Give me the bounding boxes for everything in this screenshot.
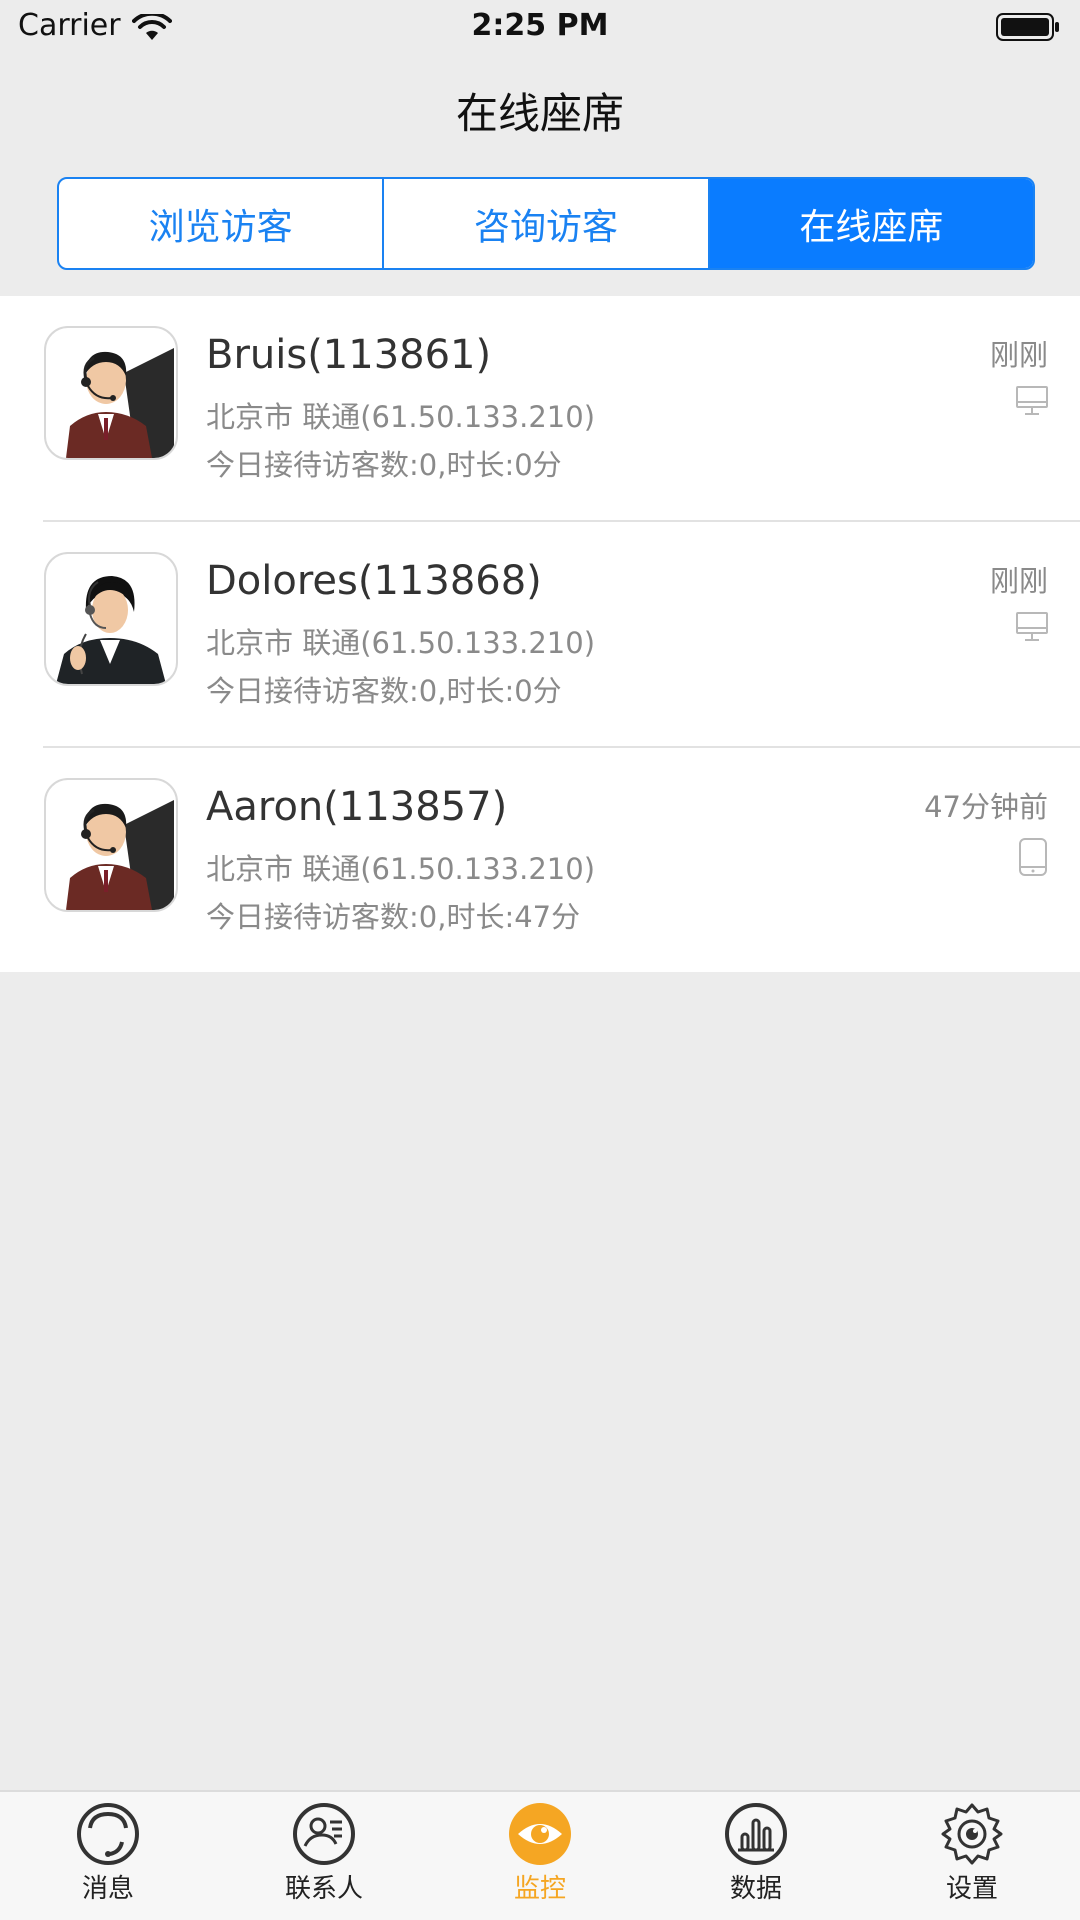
eye-icon — [509, 1803, 571, 1865]
avatar — [44, 552, 178, 686]
agent-list: Bruis(113861) 北京市 联通(61.50.133.210) 今日接待… — [0, 296, 1080, 972]
tab-messages[interactable]: 消息 — [38, 1802, 178, 1918]
male-agent-avatar — [66, 348, 174, 458]
status-time: 2:25 PM — [471, 8, 609, 43]
last-active-time: 47分钟前 — [924, 790, 1048, 824]
list-item[interactable]: Aaron(113857) 北京市 联通(61.50.133.210) 今日接待… — [0, 748, 1080, 974]
segment-consulting-visitors[interactable]: 咨询访客 — [384, 179, 710, 268]
tab-data[interactable]: 数据 — [686, 1802, 826, 1918]
tab-label: 设置 — [945, 1874, 998, 1904]
agent-name: Dolores(113868) — [206, 558, 542, 604]
battery-icon — [996, 13, 1059, 41]
agent-location: 北京市 联通(61.50.133.210) — [206, 852, 596, 886]
desktop-icon — [1016, 386, 1048, 415]
agent-name: Bruis(113861) — [206, 332, 492, 378]
tab-label: 监控 — [513, 1874, 566, 1904]
tab-contacts[interactable]: 联系人 — [254, 1802, 394, 1918]
agent-stats: 今日接待访客数:0,时长:0分 — [206, 448, 562, 482]
agent-stats: 今日接待访客数:0,时长:47分 — [206, 900, 581, 934]
last-active-time: 刚刚 — [989, 338, 1048, 372]
message-icon — [77, 1803, 139, 1865]
tab-label: 联系人 — [284, 1874, 363, 1904]
gear-icon — [941, 1803, 1003, 1865]
tab-settings[interactable]: 设置 — [902, 1802, 1042, 1918]
tab-label: 消息 — [81, 1874, 134, 1904]
mobile-icon — [1019, 838, 1047, 876]
chart-icon — [725, 1803, 787, 1865]
agent-location: 北京市 联通(61.50.133.210) — [206, 400, 596, 434]
agent-stats: 今日接待访客数:0,时长:0分 — [206, 674, 562, 708]
avatar — [44, 326, 178, 460]
contacts-icon — [293, 1803, 355, 1865]
status-bar: Carrier 2:25 PM — [0, 0, 1080, 54]
last-active-time: 刚刚 — [989, 564, 1048, 598]
male-agent-avatar — [66, 800, 174, 910]
agent-location: 北京市 联通(61.50.133.210) — [206, 626, 596, 660]
desktop-icon — [1016, 612, 1048, 641]
avatar — [44, 778, 178, 912]
list-item[interactable]: Dolores(113868) 北京市 联通(61.50.133.210) 今日… — [0, 522, 1080, 748]
agent-name: Aaron(113857) — [206, 784, 508, 830]
female-agent-avatar — [56, 576, 166, 684]
segmented-control: 浏览访客 咨询访客 在线座席 — [57, 177, 1035, 270]
segment-browsing-visitors[interactable]: 浏览访客 — [59, 179, 385, 268]
tab-monitor[interactable]: 监控 — [470, 1802, 610, 1918]
page-title: 在线座席 — [455, 89, 624, 138]
tab-bar: 消息 联系人 监控 数据 设置 — [0, 1790, 1080, 1920]
list-item[interactable]: Bruis(113861) 北京市 联通(61.50.133.210) 今日接待… — [0, 296, 1080, 522]
segment-online-agents[interactable]: 在线座席 — [709, 179, 1033, 268]
tab-label: 数据 — [729, 1874, 782, 1904]
